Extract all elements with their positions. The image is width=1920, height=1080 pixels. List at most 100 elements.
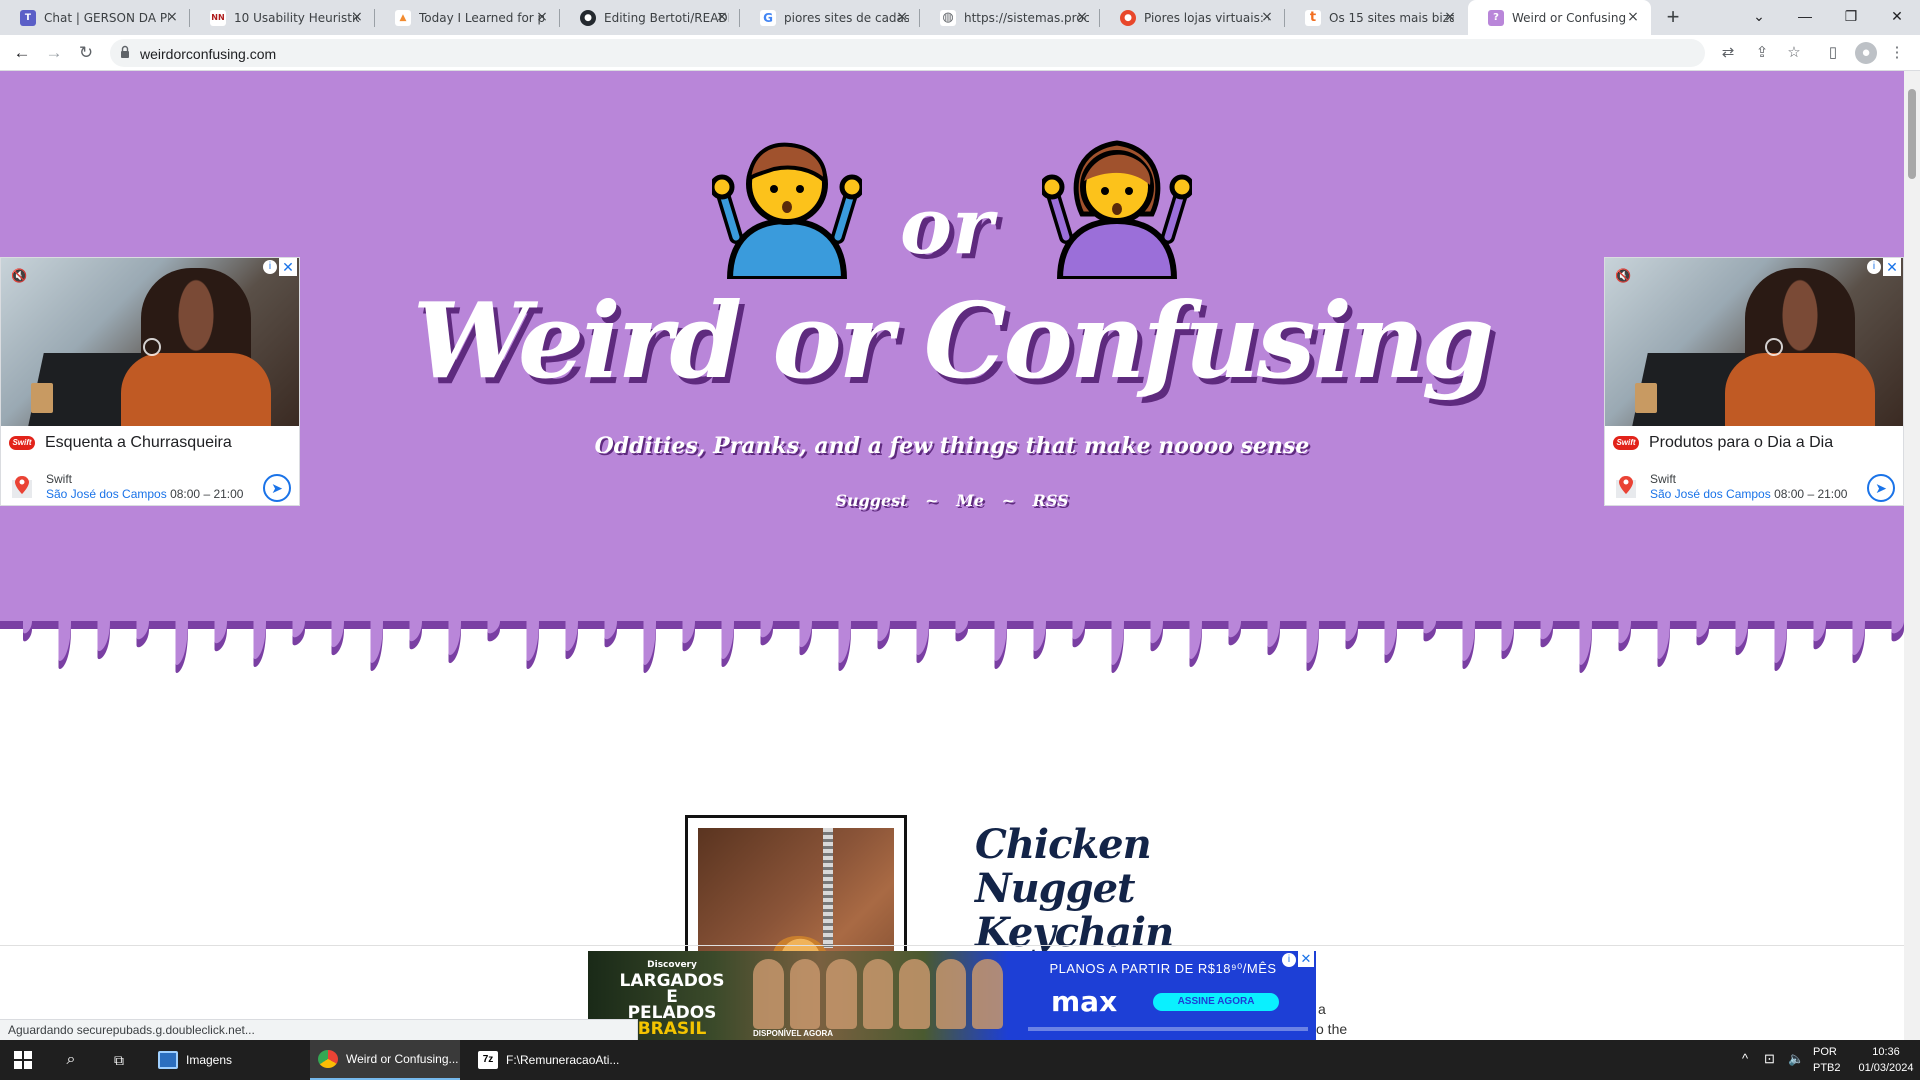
show-title-line: LARGADOS E [619, 971, 725, 1007]
clock-date: 01/03/2024 [1858, 1062, 1914, 1074]
url-text[interactable]: weirdorconfusing.com [140, 46, 276, 62]
tab-title: Editing Bertoti/READM [604, 10, 729, 25]
post-title[interactable]: Chicken Nugget Keychain [975, 823, 1295, 955]
clock[interactable]: 10:36 01/03/2024 [1856, 1044, 1916, 1076]
volume-icon[interactable]: 🔈 [1788, 1051, 1804, 1067]
ad-photo[interactable]: 🔇 [1605, 258, 1903, 426]
mute-icon[interactable]: 🔇 [1615, 268, 1631, 284]
directions-icon[interactable]: ➤ [263, 474, 291, 502]
tab-usability[interactable]: NN 10 Usability Heuristics × [190, 0, 375, 35]
nav-rss-link[interactable]: RSS [1033, 491, 1069, 510]
taskbar-app-7zip[interactable]: 7z F:\RemuneracaoAti... [470, 1040, 620, 1080]
restore-button[interactable]: ❐ [1828, 0, 1874, 32]
tab-sistemas[interactable]: ◍ https://sistemas.proco × [920, 0, 1100, 35]
mute-icon[interactable]: 🔇 [11, 268, 27, 284]
translate-icon[interactable]: ⇄ [1717, 42, 1739, 64]
ad-location-name[interactable]: São José dos Campos [46, 487, 167, 501]
taskbar-app-label: Weird or Confusing... [346, 1052, 459, 1066]
windows-start-icon[interactable] [10, 1040, 36, 1080]
close-icon[interactable]: × [534, 9, 550, 25]
availability-text: DISPONÍVEL AGORA [753, 1029, 834, 1038]
nav-me-link[interactable]: Me [956, 491, 984, 510]
close-icon[interactable]: × [349, 9, 365, 25]
network-icon[interactable]: ⊡ [1764, 1051, 1775, 1067]
task-view-icon[interactable]: ⧉ [106, 1040, 132, 1080]
tab-search-icon[interactable]: ⌄ [1736, 0, 1782, 32]
max-logo: max [1051, 985, 1118, 1018]
scrollbar-thumb[interactable] [1908, 89, 1916, 179]
post-text: a [1318, 1001, 1326, 1017]
left-ad[interactable]: 🔇 i ✕ Swift Esquenta a Churrasqueira Swi… [0, 257, 300, 506]
tab-tecmundo[interactable]: t Os 15 sites mais bizar × [1285, 0, 1468, 35]
ad-close-icon[interactable]: ✕ [1883, 258, 1901, 276]
ad-headline[interactable]: Produtos para o Dia a Dia [1649, 434, 1833, 452]
reload-icon[interactable]: ↻ [74, 41, 98, 65]
ad-info-icon[interactable]: i [263, 260, 277, 274]
post-text: o the [1316, 1021, 1348, 1037]
menu-dots-icon[interactable]: ⋮ [1886, 42, 1908, 64]
bookmark-star-icon[interactable]: ☆ [1783, 42, 1805, 64]
share-icon[interactable]: ⇪ [1751, 42, 1773, 64]
tab-google[interactable]: G piores sites de cadast × [740, 0, 920, 35]
tab-til[interactable]: ▲ Today I Learned for pr × [375, 0, 560, 35]
taskbar-app-chrome[interactable]: Weird or Confusing... [310, 1040, 460, 1080]
ad-location[interactable]: São José dos Campos 08:00 – 21:00 [46, 487, 243, 501]
drip-border [0, 601, 1904, 673]
brand-logo: Swift [9, 436, 35, 450]
photos-icon [158, 1051, 178, 1069]
taskbar-app-label: Imagens [186, 1053, 233, 1067]
right-ad[interactable]: 🔇 i ✕ Swift Produtos para o Dia a Dia Sw… [1604, 257, 1904, 506]
github-icon: ● [580, 9, 596, 26]
close-icon[interactable]: × [894, 9, 910, 25]
ad-location-name[interactable]: São José dos Campos [1650, 487, 1771, 501]
windows-taskbar: ⌕ ⧉ Imagens Weird or Confusing... 7z F:\… [0, 1040, 1920, 1080]
site-icon: ● [1120, 9, 1136, 26]
nav-separator: ~ [1001, 491, 1015, 510]
tecmundo-icon: t [1305, 9, 1321, 26]
tab-title: Os 15 sites mais bizar [1329, 10, 1454, 25]
directions-icon[interactable]: ➤ [1867, 474, 1895, 502]
close-icon[interactable]: × [1074, 9, 1090, 25]
taskbar-app-imagens[interactable]: Imagens [150, 1040, 300, 1080]
close-icon[interactable]: × [164, 9, 180, 25]
close-icon[interactable]: × [1442, 9, 1458, 25]
close-window-button[interactable]: ✕ [1874, 0, 1920, 32]
tab-github[interactable]: ● Editing Bertoti/READM × [560, 0, 740, 35]
back-icon[interactable]: ← [10, 41, 34, 65]
ad-headline[interactable]: Esquenta a Churrasqueira [45, 434, 232, 452]
profile-avatar-icon[interactable]: ● [1855, 42, 1877, 64]
ad-close-icon[interactable]: ✕ [279, 258, 297, 276]
tab-weird-or-confusing[interactable]: ? Weird or Confusing × [1468, 0, 1651, 35]
tray-chevron-icon[interactable]: ^ [1742, 1051, 1748, 1066]
ad-store-name: Swift [1650, 472, 1677, 486]
ad-location[interactable]: São José dos Campos 08:00 – 21:00 [1650, 487, 1847, 501]
nng-icon: NN [210, 9, 226, 26]
close-icon[interactable]: × [1625, 9, 1641, 25]
tab-title: Piores lojas virtuais: q [1144, 10, 1269, 25]
globe-icon: ◍ [940, 9, 956, 26]
ad-photo[interactable]: 🔇 [1, 258, 299, 426]
language-indicator[interactable]: POR PTB2 [1813, 1044, 1841, 1076]
ad-info-icon[interactable]: i [1867, 260, 1881, 274]
nav-suggest-link[interactable]: Suggest [835, 491, 907, 510]
tab-piores-lojas[interactable]: ● Piores lojas virtuais: q × [1100, 0, 1285, 35]
side-panel-icon[interactable]: ▯ [1822, 42, 1844, 64]
new-tab-button[interactable]: + [1660, 5, 1686, 31]
man-shrugging-icon [712, 142, 862, 279]
close-icon[interactable]: × [1259, 9, 1275, 25]
address-bar[interactable]: weirdorconfusing.com [110, 39, 1705, 67]
subscribe-button[interactable]: ASSINE AGORA [1153, 993, 1279, 1011]
page-scrollbar[interactable] [1904, 71, 1920, 1041]
close-icon[interactable]: × [714, 9, 730, 25]
plans-text: PLANOS A PARTIR DE R$18⁹⁰/MÊS [1049, 961, 1277, 976]
tab-teams[interactable]: T Chat | GERSON DA PD × [0, 0, 190, 35]
7zip-icon: 7z [478, 1051, 498, 1069]
ad-info-icon[interactable]: i [1282, 953, 1296, 967]
ad-close-icon[interactable]: ✕ [1298, 951, 1314, 967]
bottom-banner-ad[interactable]: Discovery LARGADOS E PELADOS BRASIL DISP… [588, 951, 1316, 1041]
lock-icon[interactable] [120, 45, 130, 59]
til-icon: ▲ [395, 9, 411, 26]
minimize-button[interactable]: — [1782, 0, 1828, 32]
search-icon[interactable]: ⌕ [58, 1040, 84, 1080]
forward-icon[interactable]: → [42, 41, 66, 65]
